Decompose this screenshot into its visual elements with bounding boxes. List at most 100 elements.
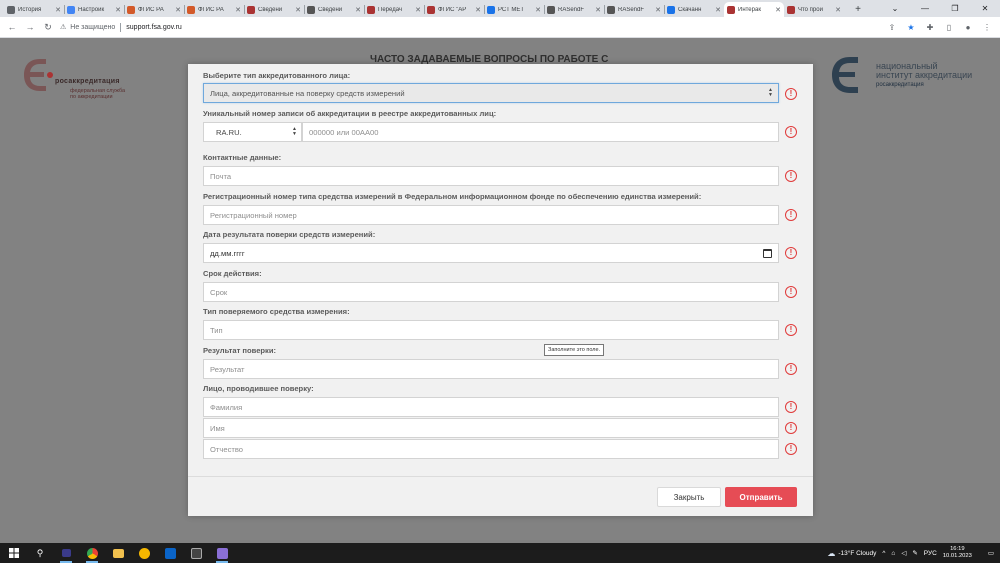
forward-icon[interactable]: → bbox=[22, 19, 38, 35]
outlook-icon[interactable] bbox=[160, 543, 180, 563]
browser-tab[interactable]: Сведени ✕ bbox=[304, 2, 364, 17]
tab-close-icon[interactable]: ✕ bbox=[415, 6, 421, 14]
calculator-icon[interactable] bbox=[186, 543, 206, 563]
chrome-icon[interactable] bbox=[82, 543, 102, 563]
browser-tab[interactable]: ФГИС "АР ✕ bbox=[424, 2, 484, 17]
accredited-type-select[interactable]: Лица, аккредитованные на поверку средств… bbox=[203, 83, 779, 103]
volume-icon[interactable]: ◁ bbox=[901, 549, 906, 557]
browser-tab[interactable]: История ✕ bbox=[4, 2, 64, 17]
close-button[interactable]: Закрыть bbox=[657, 487, 721, 507]
date-placeholder: дд.мм.гггг bbox=[210, 248, 245, 258]
tab-close-icon[interactable]: ✕ bbox=[715, 6, 721, 14]
number-prefix-value: RA.RU. bbox=[216, 127, 242, 137]
tab-close-icon[interactable]: ✕ bbox=[655, 6, 661, 14]
tab-search-icon[interactable]: ⌄ bbox=[880, 0, 910, 16]
number-prefix-select[interactable]: RA.RU. ▲ ▼ bbox=[203, 122, 302, 142]
tab-close-icon[interactable]: ✕ bbox=[535, 6, 541, 14]
tab-close-icon[interactable]: ✕ bbox=[55, 6, 61, 14]
accredited-type-value: Лица, аккредитованные на поверку средств… bbox=[210, 88, 405, 98]
pen-icon[interactable]: ✎ bbox=[912, 549, 917, 557]
browser-tab[interactable]: РСТ МЕТ ✕ bbox=[484, 2, 544, 17]
name-input[interactable]: Имя bbox=[203, 418, 779, 438]
browser-tab[interactable]: RASendF ✕ bbox=[604, 2, 664, 17]
browser-tab[interactable]: RASendF ✕ bbox=[544, 2, 604, 17]
tab-close-icon[interactable]: ✕ bbox=[775, 6, 781, 14]
result-input[interactable]: Результат bbox=[203, 359, 779, 379]
browser-tab[interactable]: Что прои ✕ bbox=[784, 2, 844, 17]
browser-tab[interactable]: Сведени ✕ bbox=[244, 2, 304, 17]
tab-close-icon[interactable]: ✕ bbox=[355, 6, 361, 14]
nia-logo[interactable]: национальный институт аккредитации росак… bbox=[828, 53, 988, 103]
tab-close-icon[interactable]: ✕ bbox=[295, 6, 301, 14]
menu-icon[interactable]: ⋮ bbox=[980, 19, 994, 35]
regnum-label: Регистрационный номер типа средства изме… bbox=[203, 192, 702, 201]
share-icon[interactable]: ⇪ bbox=[885, 19, 899, 35]
warning-icon: ⚠ bbox=[60, 24, 67, 31]
notification-icon[interactable]: ▭ bbox=[988, 549, 994, 557]
browser-tab[interactable]: Настройк ✕ bbox=[64, 2, 124, 17]
tray-chevron-icon[interactable]: ^ bbox=[882, 550, 885, 557]
new-tab-button[interactable]: + bbox=[850, 2, 866, 17]
tab-favicon-icon bbox=[487, 5, 495, 14]
clock[interactable]: 16:19 10.01.2023 bbox=[943, 546, 978, 560]
rosaccreditation-logo[interactable]: росаккредитация федеральная служба по ак… bbox=[20, 53, 160, 103]
regnum-input[interactable]: Регистрационный номер bbox=[203, 205, 779, 225]
nia-emblem-icon bbox=[832, 57, 858, 93]
reload-icon[interactable]: ↻ bbox=[40, 19, 56, 35]
weather-text[interactable]: -13°F Cloudy bbox=[838, 550, 876, 557]
minimize-icon[interactable]: — bbox=[910, 0, 940, 16]
task-view-icon[interactable] bbox=[56, 543, 76, 563]
messenger-icon[interactable] bbox=[134, 543, 154, 563]
close-window-icon[interactable]: ✕ bbox=[970, 0, 1000, 16]
media-app-icon[interactable] bbox=[212, 543, 232, 563]
devtype-input[interactable]: Тип bbox=[203, 320, 779, 340]
accreditation-number-input[interactable]: 000000 или 00АА00 bbox=[302, 122, 779, 142]
browser-tab[interactable]: Интерак ✕ bbox=[724, 2, 784, 17]
error-icon: ! bbox=[785, 286, 797, 298]
address-separator bbox=[120, 22, 122, 32]
tab-favicon-icon bbox=[247, 5, 255, 14]
tab-favicon-icon bbox=[187, 5, 195, 14]
tab-close-icon[interactable]: ✕ bbox=[175, 6, 181, 14]
file-explorer-icon[interactable] bbox=[108, 543, 128, 563]
back-icon[interactable]: ← bbox=[4, 19, 20, 35]
profile-icon[interactable]: ● bbox=[961, 19, 975, 35]
term-input[interactable]: Срок bbox=[203, 282, 779, 302]
surname-input[interactable]: Фамилия bbox=[203, 397, 779, 417]
date-input[interactable]: дд.мм.гггг bbox=[203, 243, 779, 263]
result-placeholder: Результат bbox=[210, 364, 245, 374]
calendar-icon[interactable] bbox=[763, 249, 772, 258]
windows-logo-icon bbox=[9, 548, 19, 558]
tab-close-icon[interactable]: ✕ bbox=[475, 6, 481, 14]
browser-tab[interactable]: Передач ✕ bbox=[364, 2, 424, 17]
address-bar[interactable]: ⚠ Не защищено support.fsa.gov.ru bbox=[60, 20, 182, 35]
tab-label: ФГИС РА bbox=[198, 6, 224, 13]
search-icon[interactable]: ⚲ bbox=[30, 543, 50, 563]
right-logo-line2: институт аккредитации bbox=[876, 70, 973, 80]
tab-close-icon[interactable]: ✕ bbox=[835, 6, 841, 14]
network-icon[interactable]: ⌂ bbox=[891, 550, 895, 557]
extensions-icon[interactable]: ✚ bbox=[923, 19, 937, 35]
tab-close-icon[interactable]: ✕ bbox=[235, 6, 241, 14]
tab-favicon-icon bbox=[307, 5, 315, 14]
browser-tab[interactable]: Скачанн ✕ bbox=[664, 2, 724, 17]
result-label: Результат поверки: bbox=[203, 346, 277, 355]
clock-date: 10.01.2023 bbox=[942, 553, 972, 559]
language-indicator[interactable]: РУС bbox=[924, 550, 937, 557]
email-input[interactable]: Почта bbox=[203, 166, 779, 186]
tab-close-icon[interactable]: ✕ bbox=[115, 6, 121, 14]
tab-favicon-icon bbox=[727, 5, 735, 14]
tab-close-icon[interactable]: ✕ bbox=[595, 6, 601, 14]
maximize-icon[interactable]: ❐ bbox=[940, 0, 970, 16]
bookmark-star-icon[interactable]: ★ bbox=[904, 19, 918, 35]
side-panel-icon[interactable]: ▯ bbox=[942, 19, 956, 35]
person-label: Лицо, проводившее поверку: bbox=[203, 384, 314, 393]
patronymic-input[interactable]: Отчество bbox=[203, 439, 779, 459]
tab-label: Настройк bbox=[78, 6, 105, 13]
url-text[interactable]: support.fsa.gov.ru bbox=[126, 24, 182, 31]
browser-tab[interactable]: ФГИС РА ✕ bbox=[184, 2, 244, 17]
submit-button[interactable]: Отправить bbox=[725, 487, 797, 507]
browser-tab[interactable]: ФГИС РА ✕ bbox=[124, 2, 184, 17]
start-icon[interactable] bbox=[4, 543, 24, 563]
tab-favicon-icon bbox=[547, 5, 555, 14]
